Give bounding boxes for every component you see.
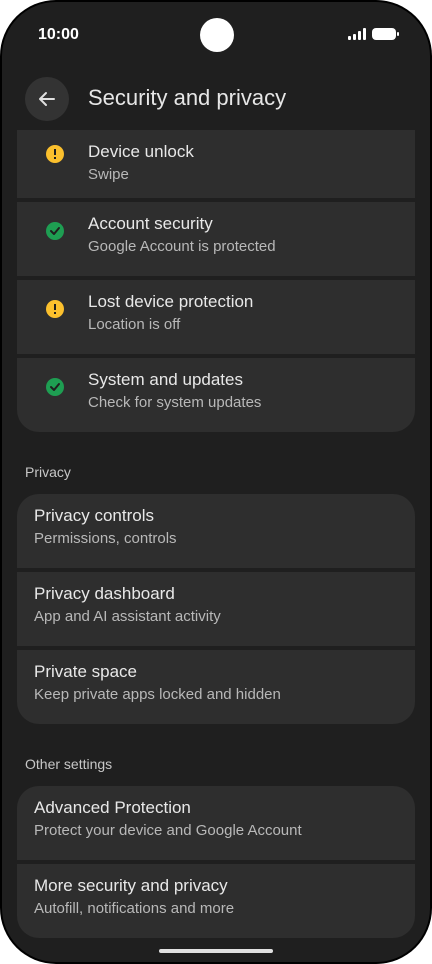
check-circle-icon [46,378,64,396]
arrow-back-icon [39,92,55,106]
list-item-more-security-privacy[interactable]: More security and privacy Autofill, noti… [17,864,415,938]
section-header-other-settings: Other settings [25,756,113,772]
list-item-advanced-protection[interactable]: Advanced Protection Protect your device … [17,786,415,860]
item-subtitle: Google Account is protected [88,238,276,255]
item-title: More security and privacy [34,876,228,895]
list-item-lost-device-protection[interactable]: Lost device protection Location is off [17,280,415,354]
warning-icon [46,300,64,318]
item-title: Privacy dashboard [34,584,175,603]
list-item-privacy-dashboard[interactable]: Privacy dashboard App and AI assistant a… [17,572,415,646]
item-title: Device unlock [88,142,194,161]
list-item-account-security[interactable]: Account security Google Account is prote… [17,202,415,276]
front-camera [200,18,234,52]
item-subtitle: Check for system updates [88,394,262,411]
list-item-system-updates[interactable]: System and updates Check for system upda… [17,358,415,432]
item-subtitle: App and AI assistant activity [34,608,221,625]
item-title: Account security [88,214,213,233]
item-subtitle: Keep private apps locked and hidden [34,686,281,703]
settings-list: Device unlock Swipe Account security Goo… [2,130,430,962]
check-circle-icon [46,222,64,240]
item-title: Advanced Protection [34,798,191,817]
list-item-privacy-controls[interactable]: Privacy controls Permissions, controls [17,494,415,568]
section-header-privacy: Privacy [25,464,71,480]
screen: 10:00 Security and privacy Device unlock… [2,2,430,962]
app-bar: Security and privacy [2,68,430,130]
phone-frame: 10:00 Security and privacy Device unlock… [0,0,432,964]
warning-icon [46,145,64,163]
list-item-device-unlock[interactable]: Device unlock Swipe [17,130,415,198]
back-button[interactable] [25,77,69,121]
status-time: 10:00 [38,26,79,43]
system-icons [348,28,399,40]
item-title: Lost device protection [88,292,254,311]
page-title: Security and privacy [88,85,287,110]
signal-icon [348,28,366,40]
item-subtitle: Autofill, notifications and more [34,900,235,917]
item-title: Private space [34,662,137,681]
item-subtitle: Location is off [88,316,181,333]
item-subtitle: Protect your device and Google Account [34,822,302,839]
gesture-bar[interactable] [159,949,273,953]
item-title: Privacy controls [34,506,154,525]
status-bar: 10:00 [2,2,430,68]
battery-icon [372,28,399,40]
item-subtitle: Swipe [88,166,129,183]
item-title: System and updates [88,370,243,389]
item-subtitle: Permissions, controls [34,530,177,547]
list-item-private-space[interactable]: Private space Keep private apps locked a… [17,650,415,724]
